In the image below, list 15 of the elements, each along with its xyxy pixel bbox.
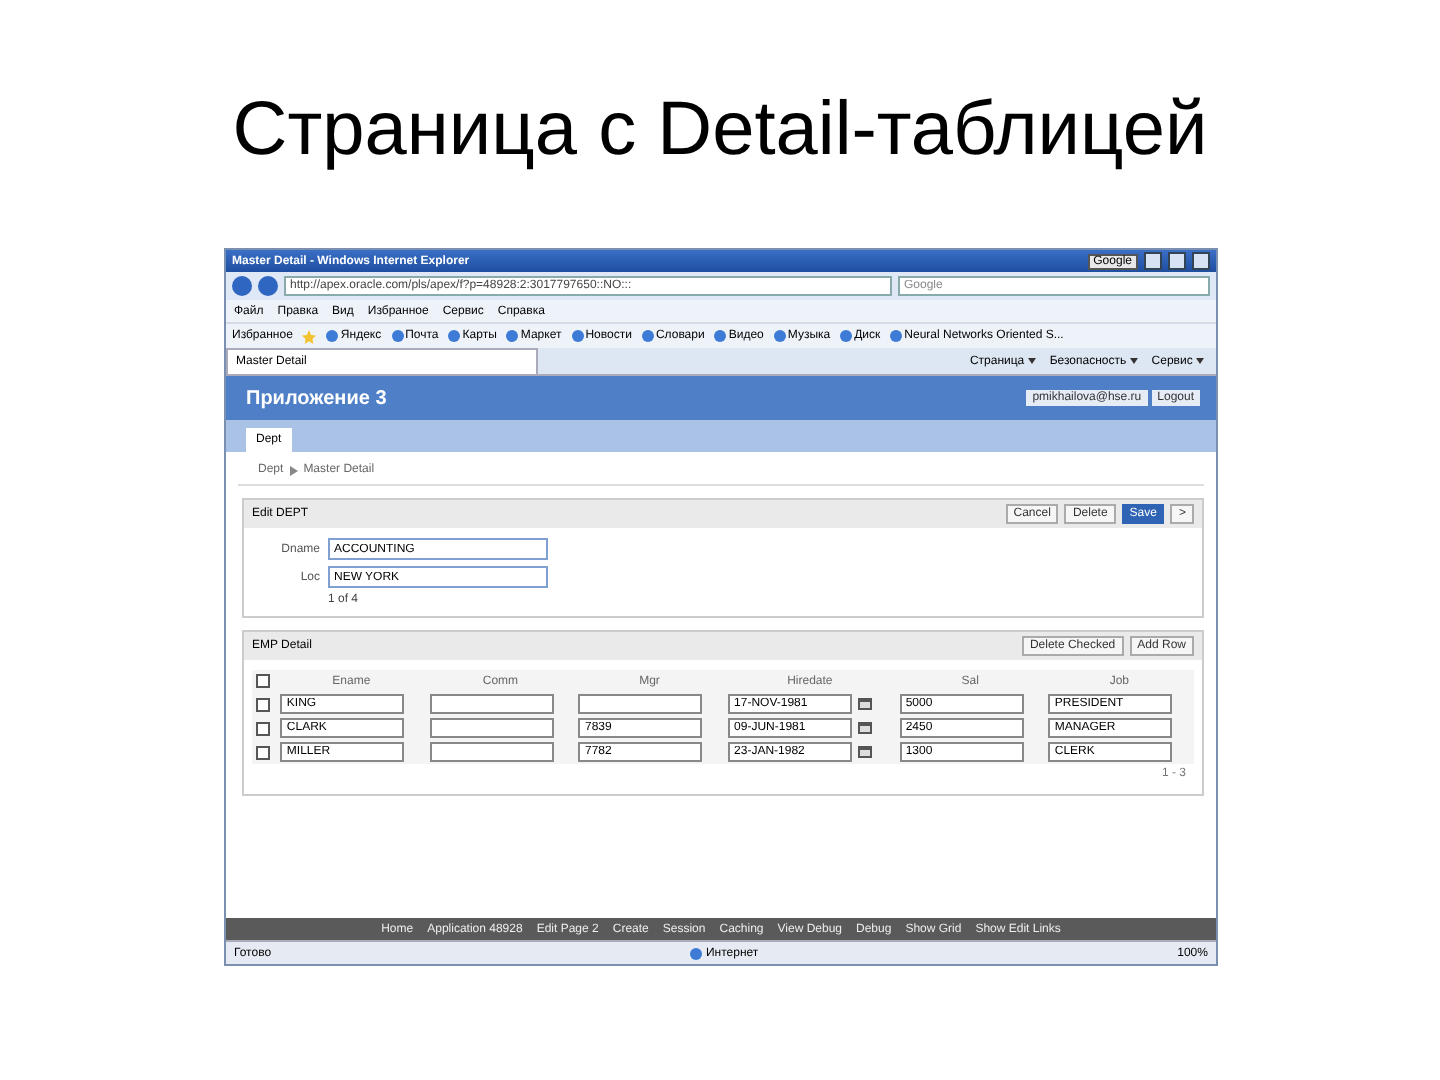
checkbox[interactable] (256, 697, 270, 711)
caret-icon (1027, 357, 1036, 363)
app-title: Приложение 3 (246, 387, 387, 409)
checkbox[interactable] (256, 674, 270, 688)
star-icon[interactable] (302, 329, 317, 343)
cell-field[interactable] (429, 742, 554, 762)
cell-field[interactable] (429, 694, 554, 714)
slide-title: Страница с Detail-таблицей (230, 86, 1210, 176)
cell-field[interactable] (429, 718, 554, 738)
checkbox[interactable] (256, 721, 270, 735)
chevron-icon (289, 465, 298, 475)
caret-icon (1196, 357, 1204, 363)
cell-field[interactable] (578, 694, 703, 714)
checkbox[interactable] (256, 745, 270, 759)
caret-icon (1129, 357, 1138, 363)
